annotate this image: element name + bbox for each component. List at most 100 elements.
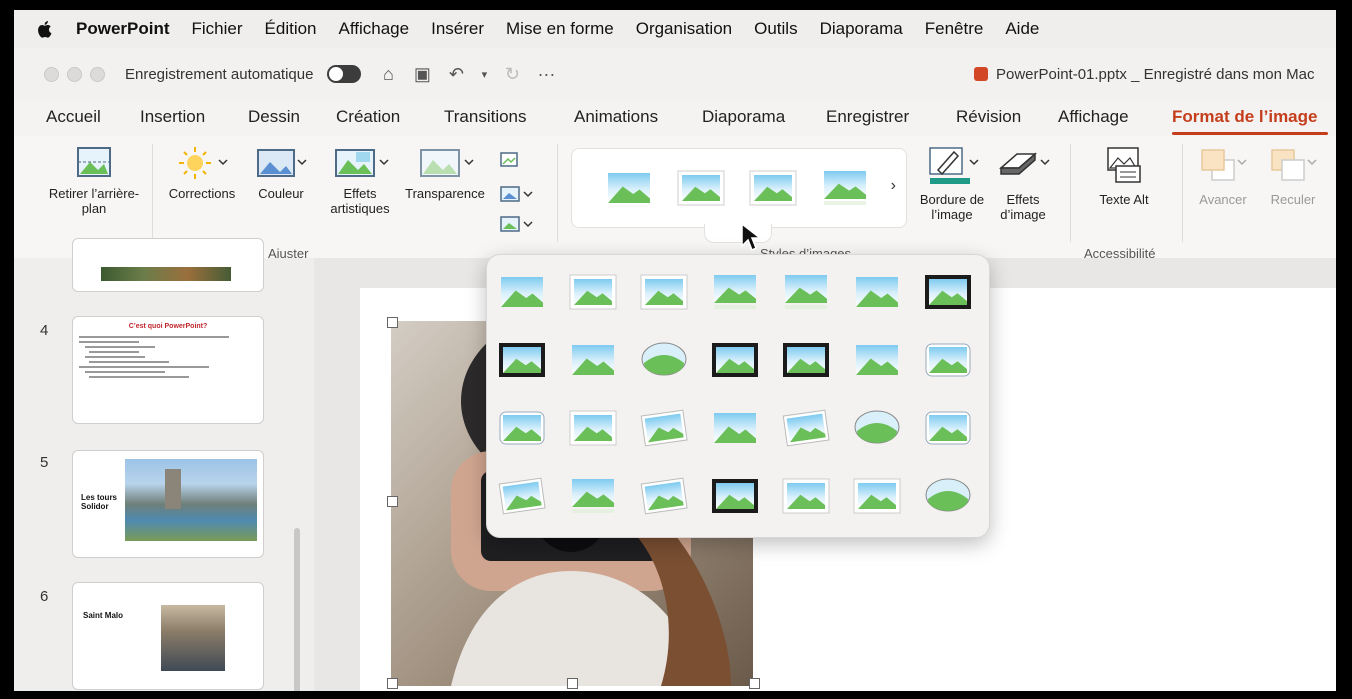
close-window-button[interactable]	[44, 66, 59, 82]
tab-accueil[interactable]: Accueil	[46, 107, 101, 127]
menu-edition[interactable]: Édition	[265, 19, 317, 39]
active-tab-indicator	[1172, 132, 1328, 135]
tab-insertion[interactable]: Insertion	[140, 107, 205, 127]
picture-style-option-4[interactable]	[708, 269, 762, 315]
picture-style-option-28[interactable]	[921, 473, 975, 519]
picture-style-option-19[interactable]	[779, 405, 833, 451]
resize-handle-bottom-right[interactable]	[749, 678, 760, 689]
resize-handle-top-left[interactable]	[387, 317, 398, 328]
corrections-button[interactable]: Corrections	[160, 146, 244, 201]
gallery-next-icon[interactable]: ›	[891, 177, 896, 195]
picture-style-option-2[interactable]	[566, 269, 620, 315]
chevron-down-icon[interactable]: ▾	[479, 63, 489, 85]
picture-style-option-14[interactable]	[921, 337, 975, 383]
picture-style-option-8[interactable]	[495, 337, 549, 383]
menu-affichage[interactable]: Affichage	[339, 19, 410, 39]
remove-background-icon	[77, 147, 111, 177]
alt-text-button[interactable]: Texte Alt	[1084, 146, 1164, 207]
sun-icon	[179, 147, 228, 179]
picture-style-option-25[interactable]	[708, 473, 762, 519]
gallery-style-1[interactable]	[602, 165, 656, 211]
slide-thumbnail-5[interactable]: Les tours Solidor	[72, 450, 264, 558]
menu-mise-en-forme[interactable]: Mise en forme	[506, 19, 614, 39]
bring-forward-button[interactable]: Avancer	[1190, 146, 1256, 207]
undo-icon[interactable]: ↶	[445, 63, 467, 85]
autosave-label: Enregistrement automatique	[125, 65, 314, 83]
picture-style-option-27[interactable]	[850, 473, 904, 519]
slide-4-text-lines	[79, 336, 263, 378]
save-icon[interactable]: ▣	[411, 63, 433, 85]
picture-style-option-23[interactable]	[566, 473, 620, 519]
menu-outils[interactable]: Outils	[754, 19, 797, 39]
menu-app-name[interactable]: PowerPoint	[76, 19, 170, 39]
gallery-style-4[interactable]	[818, 165, 872, 211]
tab-diaporama[interactable]: Diaporama	[702, 107, 785, 127]
color-button[interactable]: Couleur	[246, 146, 316, 201]
picture-style-option-10[interactable]	[637, 337, 691, 383]
menu-diaporama[interactable]: Diaporama	[820, 19, 903, 39]
gallery-style-2[interactable]	[674, 165, 728, 211]
compress-pictures-icon[interactable]	[498, 150, 522, 170]
artistic-effects-button[interactable]: Effets artistiques	[320, 146, 400, 216]
alt-text-icon	[1107, 147, 1141, 183]
reset-picture-icon[interactable]	[498, 214, 534, 234]
picture-style-option-24[interactable]	[637, 473, 691, 519]
slide-thumbnail-6[interactable]: Saint Malo	[72, 582, 264, 690]
picture-style-option-6[interactable]	[850, 269, 904, 315]
transparency-label: Transparence	[405, 186, 485, 201]
zoom-window-button[interactable]	[90, 66, 105, 82]
mouse-cursor-icon	[741, 222, 762, 252]
apple-icon[interactable]	[36, 19, 54, 39]
picture-style-option-11[interactable]	[708, 337, 762, 383]
home-icon[interactable]: ⌂	[377, 63, 399, 85]
menu-inserer[interactable]: Insérer	[431, 19, 484, 39]
menu-organisation[interactable]: Organisation	[636, 19, 732, 39]
tab-enregistrer[interactable]: Enregistrer	[826, 107, 909, 127]
picture-style-option-7[interactable]	[921, 269, 975, 315]
picture-style-option-20[interactable]	[850, 405, 904, 451]
picture-style-option-5[interactable]	[779, 269, 833, 315]
redo-icon[interactable]: ↻	[501, 63, 523, 85]
minimize-window-button[interactable]	[67, 66, 82, 82]
more-icon[interactable]: ···	[535, 63, 557, 85]
transparency-button[interactable]: Transparence	[398, 146, 492, 201]
tab-dessin[interactable]: Dessin	[248, 107, 300, 127]
picture-style-option-9[interactable]	[566, 337, 620, 383]
tab-format-image[interactable]: Format de l’image	[1172, 107, 1317, 127]
slide-thumbnail-3[interactable]	[72, 238, 264, 292]
gallery-style-3[interactable]	[746, 165, 800, 211]
picture-style-option-26[interactable]	[779, 473, 833, 519]
picture-border-button[interactable]: Bordure de l’image	[912, 146, 992, 222]
picture-style-option-15[interactable]	[495, 405, 549, 451]
tab-creation[interactable]: Création	[336, 107, 400, 127]
picture-style-option-12[interactable]	[779, 337, 833, 383]
tab-affichage[interactable]: Affichage	[1058, 107, 1129, 127]
tab-revision[interactable]: Révision	[956, 107, 1021, 127]
picture-style-option-16[interactable]	[566, 405, 620, 451]
picture-effects-button[interactable]: Effets d’image	[988, 146, 1058, 222]
send-backward-button[interactable]: Reculer	[1260, 146, 1326, 207]
alt-text-label: Texte Alt	[1099, 192, 1149, 207]
menu-aide[interactable]: Aide	[1005, 19, 1039, 39]
remove-background-button[interactable]: Retirer l’arrière-plan	[44, 146, 144, 216]
thumbnail-scrollbar[interactable]	[294, 528, 300, 691]
tab-animations[interactable]: Animations	[574, 107, 658, 127]
picture-style-option-3[interactable]	[637, 269, 691, 315]
picture-style-option-17[interactable]	[637, 405, 691, 451]
document-title: PowerPoint-01.pptx _ Enregistré dans mon…	[974, 48, 1315, 100]
menu-fenetre[interactable]: Fenêtre	[925, 19, 984, 39]
picture-style-option-1[interactable]	[495, 269, 549, 315]
picture-style-option-18[interactable]	[708, 405, 762, 451]
menu-fichier[interactable]: Fichier	[192, 19, 243, 39]
window-titlebar: Enregistrement automatique ⌂ ▣ ↶ ▾ ↻ ···…	[14, 48, 1336, 100]
tab-transitions[interactable]: Transitions	[444, 107, 527, 127]
change-picture-icon[interactable]	[498, 184, 534, 204]
resize-handle-left[interactable]	[387, 496, 398, 507]
resize-handle-bottom-left[interactable]	[387, 678, 398, 689]
autosave-toggle[interactable]	[327, 65, 362, 83]
picture-style-option-21[interactable]	[921, 405, 975, 451]
resize-handle-bottom[interactable]	[567, 678, 578, 689]
picture-style-option-13[interactable]	[850, 337, 904, 383]
picture-style-option-22[interactable]	[495, 473, 549, 519]
slide-thumbnail-4[interactable]: C’est quoi PowerPoint?	[72, 316, 264, 424]
